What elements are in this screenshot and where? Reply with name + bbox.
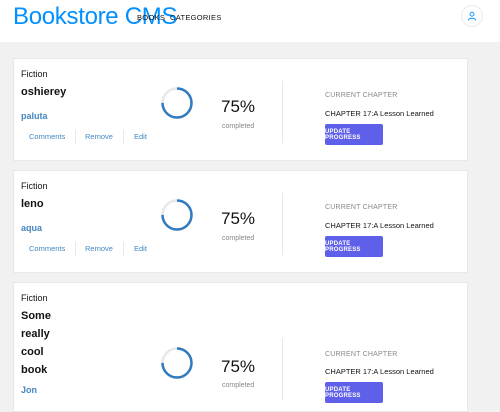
book-title: oshierey (21, 86, 67, 98)
book-author: aqua (21, 223, 43, 233)
book-genre: Fiction (21, 293, 48, 303)
book-card: Fiction leno aqua Comments Remove Edit 7… (13, 170, 468, 273)
book-title: Some really cool book (21, 310, 51, 376)
current-chapter: CHAPTER 17:A Lesson Learned (325, 221, 434, 230)
card-divider (282, 338, 283, 400)
current-chapter: CHAPTER 17:A Lesson Learned (325, 109, 434, 118)
completed-label: completed (222, 123, 255, 130)
progress-percent: 75% (221, 209, 256, 228)
current-chapter-label: CURRENT CHAPTER (325, 204, 398, 211)
comments-button[interactable]: Comments (29, 244, 65, 253)
action-divider (75, 242, 76, 256)
completed-label: completed (222, 382, 255, 389)
edit-button[interactable]: Edit (134, 244, 147, 253)
remove-button[interactable]: Remove (85, 244, 113, 253)
edit-button[interactable]: Edit (134, 132, 147, 141)
update-progress-button[interactable]: UPDATE PROGRESS (325, 124, 383, 145)
progress-percent: 75% (221, 357, 256, 376)
book-genre: Fiction (21, 181, 48, 191)
progress-ring (161, 199, 193, 231)
action-divider (123, 130, 124, 144)
nav-books-link[interactable]: BOOKS (137, 13, 165, 22)
nav-categories-link[interactable]: CATEGORIES (170, 13, 222, 22)
current-chapter-label: CURRENT CHAPTER (325, 92, 398, 99)
action-divider (123, 242, 124, 256)
update-progress-button[interactable]: UPDATE PROGRESS (325, 236, 383, 257)
progress-ring (161, 87, 193, 119)
action-divider (75, 130, 76, 144)
book-title: leno (21, 198, 44, 210)
user-icon (467, 11, 477, 21)
current-chapter: CHAPTER 17:A Lesson Learned (325, 367, 434, 376)
comments-button[interactable]: Comments (29, 132, 65, 141)
progress-ring (161, 347, 193, 379)
current-chapter-label: CURRENT CHAPTER (325, 351, 398, 358)
book-author: paluta (21, 111, 48, 121)
book-card: Fiction oshierey paluta Comments Remove … (13, 58, 468, 161)
header: Bookstore CMS BOOKS CATEGORIES (0, 0, 500, 42)
progress-percent: 75% (221, 97, 256, 116)
book-author: Jon (21, 385, 38, 395)
user-avatar-button[interactable] (461, 5, 483, 27)
card-divider (282, 193, 283, 255)
book-genre: Fiction (21, 69, 48, 79)
remove-button[interactable]: Remove (85, 132, 113, 141)
card-divider (282, 81, 283, 143)
book-card: Fiction Some really cool book Jon 75% co… (13, 282, 468, 412)
completed-label: completed (222, 235, 255, 242)
